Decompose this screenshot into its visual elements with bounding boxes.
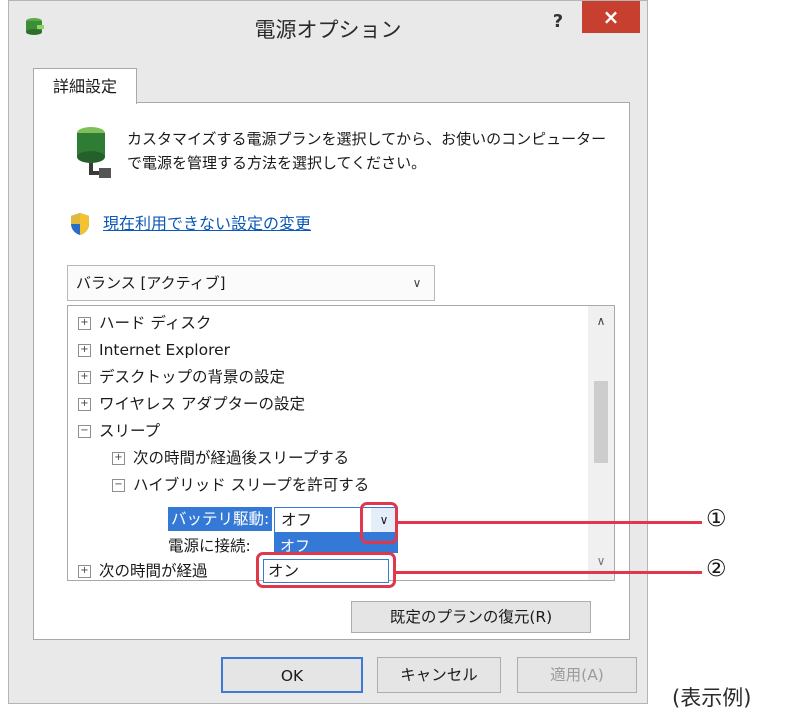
callout-box-2 bbox=[256, 552, 396, 588]
tree-item-sleep-after[interactable]: + 次の時間が経過後スリープする bbox=[112, 445, 349, 471]
close-button[interactable]: × bbox=[582, 1, 640, 33]
tree-item-label: デスクトップの背景の設定 bbox=[99, 368, 286, 386]
plugged-in-label: 電源に接続: bbox=[168, 537, 251, 555]
tree-item-desktop-background[interactable]: + デスクトップの背景の設定 bbox=[78, 364, 285, 390]
on-battery-value: オフ bbox=[281, 511, 313, 529]
tree-item-label: ワイヤレス アダプターの設定 bbox=[99, 395, 305, 413]
expand-icon[interactable]: + bbox=[78, 565, 91, 578]
shield-icon bbox=[71, 213, 89, 235]
power-plan-value: バランス [アクティブ] bbox=[76, 274, 226, 292]
description-line-1: カスタマイズする電源プランを選択してから、お使いのコンピューター bbox=[127, 130, 607, 148]
description-text: カスタマイズする電源プランを選択してから、お使いのコンピューター で電源を管理す… bbox=[127, 127, 627, 175]
example-caption: (表示例) bbox=[672, 686, 752, 710]
expand-icon[interactable]: + bbox=[78, 344, 91, 357]
change-unavailable-settings-link[interactable]: 現在利用できない設定の変更 bbox=[103, 211, 311, 237]
restore-defaults-button[interactable]: 既定のプランの復元(R) bbox=[351, 601, 591, 633]
tree-item-label: 次の時間が経過 bbox=[99, 562, 208, 580]
tree-item-sleep[interactable]: − スリープ bbox=[78, 418, 160, 444]
title-bar[interactable]: 電源オプション ? × bbox=[9, 1, 647, 55]
tree-item-label: スリープ bbox=[99, 422, 161, 440]
callout-line-1 bbox=[398, 521, 702, 524]
on-battery-label: バッテリ駆動: bbox=[168, 507, 273, 531]
tree-item-label: Internet Explorer bbox=[99, 341, 231, 359]
tree-item-label: ハード ディスク bbox=[99, 314, 212, 332]
callout-number-2: ② bbox=[706, 556, 727, 582]
tree-item-hard-disk[interactable]: + ハード ディスク bbox=[78, 310, 211, 336]
tree-item-internet-explorer[interactable]: + Internet Explorer bbox=[78, 337, 230, 363]
expand-icon[interactable]: + bbox=[78, 371, 91, 384]
tree-item-next-time[interactable]: + 次の時間が経過 bbox=[78, 558, 208, 580]
battery-plug-icon bbox=[77, 127, 111, 178]
description-line-2: で電源を管理する方法を選択してください。 bbox=[127, 154, 427, 172]
chevron-down-icon: ∨ bbox=[412, 276, 422, 290]
tree-item-label: ハイブリッド スリープを許可する bbox=[133, 476, 370, 494]
tab-advanced-settings[interactable]: 詳細設定 bbox=[33, 68, 137, 104]
power-options-window: 電源オプション ? × 詳細設定 カスタマイズする電源プランを選択してから、お使… bbox=[8, 0, 648, 704]
expand-icon[interactable]: + bbox=[78, 398, 91, 411]
scrollbar-thumb[interactable] bbox=[594, 381, 608, 463]
collapse-icon[interactable]: − bbox=[112, 479, 125, 492]
callout-number-1: ① bbox=[706, 506, 727, 532]
collapse-icon[interactable]: − bbox=[78, 425, 91, 438]
apply-button[interactable]: 適用(A) bbox=[517, 657, 637, 693]
power-plan-select[interactable]: バランス [アクティブ] ∨ bbox=[67, 265, 435, 301]
ok-button[interactable]: OK bbox=[221, 657, 363, 693]
tree-scrollbar[interactable]: ∧ ∨ bbox=[588, 306, 614, 580]
callout-line-2 bbox=[396, 571, 702, 574]
expand-icon[interactable]: + bbox=[112, 452, 125, 465]
expand-icon[interactable]: + bbox=[78, 317, 91, 330]
help-button[interactable]: ? bbox=[545, 9, 571, 35]
tree-item-hybrid-sleep[interactable]: − ハイブリッド スリープを許可する bbox=[112, 472, 369, 498]
callout-box-1 bbox=[360, 502, 398, 544]
scroll-up-icon[interactable]: ∧ bbox=[588, 314, 614, 334]
cancel-button[interactable]: キャンセル bbox=[377, 657, 501, 693]
settings-tree[interactable]: + ハード ディスク + Internet Explorer + デスクトップの背景の… bbox=[67, 305, 615, 581]
tree-item-label: 次の時間が経過後スリープする bbox=[133, 449, 350, 467]
tree-item-wireless-adapter[interactable]: + ワイヤレス アダプターの設定 bbox=[78, 391, 305, 417]
